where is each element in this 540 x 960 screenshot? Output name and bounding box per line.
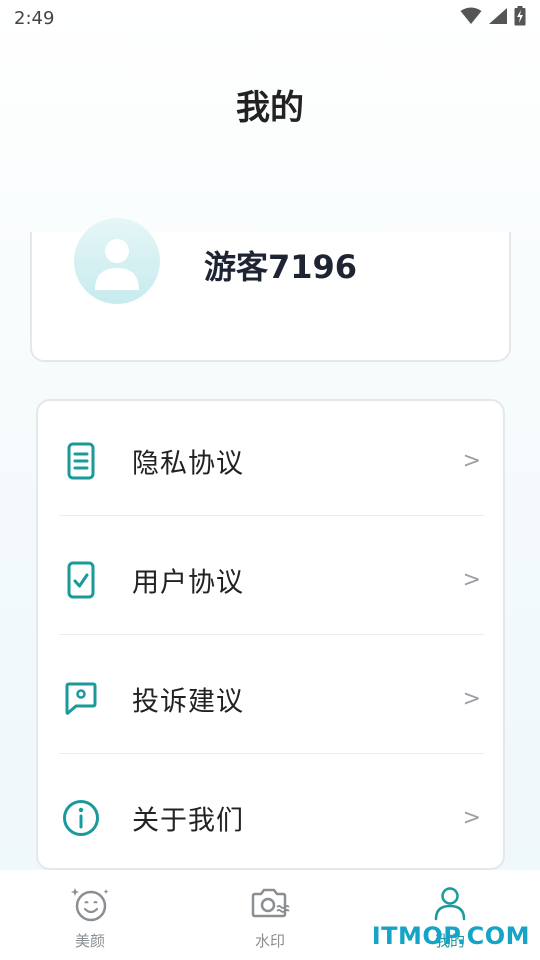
tab-beauty[interactable]: 美颜	[0, 870, 180, 960]
menu-item-label: 投诉建议	[132, 686, 244, 717]
status-time: 2:49	[14, 7, 55, 29]
menu-item-label: 关于我们	[132, 805, 244, 836]
person-icon	[432, 886, 468, 926]
beauty-face-icon	[70, 886, 110, 926]
wifi-icon	[460, 7, 482, 29]
tab-watermark[interactable]: 水印	[180, 870, 360, 960]
camera-watermark-icon	[250, 886, 290, 926]
menu-item-label: 隐私协议	[132, 448, 244, 479]
signal-icon	[488, 7, 508, 29]
menu-item-user-agreement[interactable]: 用户协议 >	[38, 520, 503, 639]
battery-charging-icon	[514, 6, 526, 30]
chevron-right-icon: >	[462, 805, 481, 830]
menu-item-privacy-policy[interactable]: 隐私协议 >	[38, 401, 503, 520]
menu-item-feedback[interactable]: 投诉建议 >	[38, 639, 503, 758]
menu-item-label: 用户协议	[132, 567, 244, 598]
document-icon	[62, 442, 100, 480]
divider	[59, 634, 484, 635]
profile-card[interactable]: 游客7196	[30, 218, 511, 362]
username: 游客7196	[204, 248, 358, 286]
menu-item-about-us[interactable]: 关于我们 >	[38, 758, 503, 877]
checklist-icon	[62, 561, 100, 599]
settings-menu: 隐私协议 > 用户协议 > 投诉建议 > 关于我们 >	[36, 399, 505, 870]
divider	[59, 753, 484, 754]
feedback-icon	[62, 680, 100, 718]
tab-label: 水印	[254, 932, 285, 950]
status-bar: 2:49	[0, 0, 540, 36]
chevron-right-icon: >	[462, 567, 481, 592]
divider	[59, 515, 484, 516]
user-avatar-icon[interactable]	[74, 218, 160, 304]
site-watermark: ITMOP.COM	[371, 922, 530, 950]
page-title: 我的	[236, 88, 304, 128]
info-icon	[62, 799, 100, 837]
bottom-tab-bar: 美颜 水印 我的 ITMOP.COM	[0, 870, 540, 960]
chevron-right-icon: >	[462, 686, 481, 711]
tab-label: 美颜	[74, 932, 105, 950]
status-icons	[460, 6, 526, 30]
chevron-right-icon: >	[462, 448, 481, 473]
